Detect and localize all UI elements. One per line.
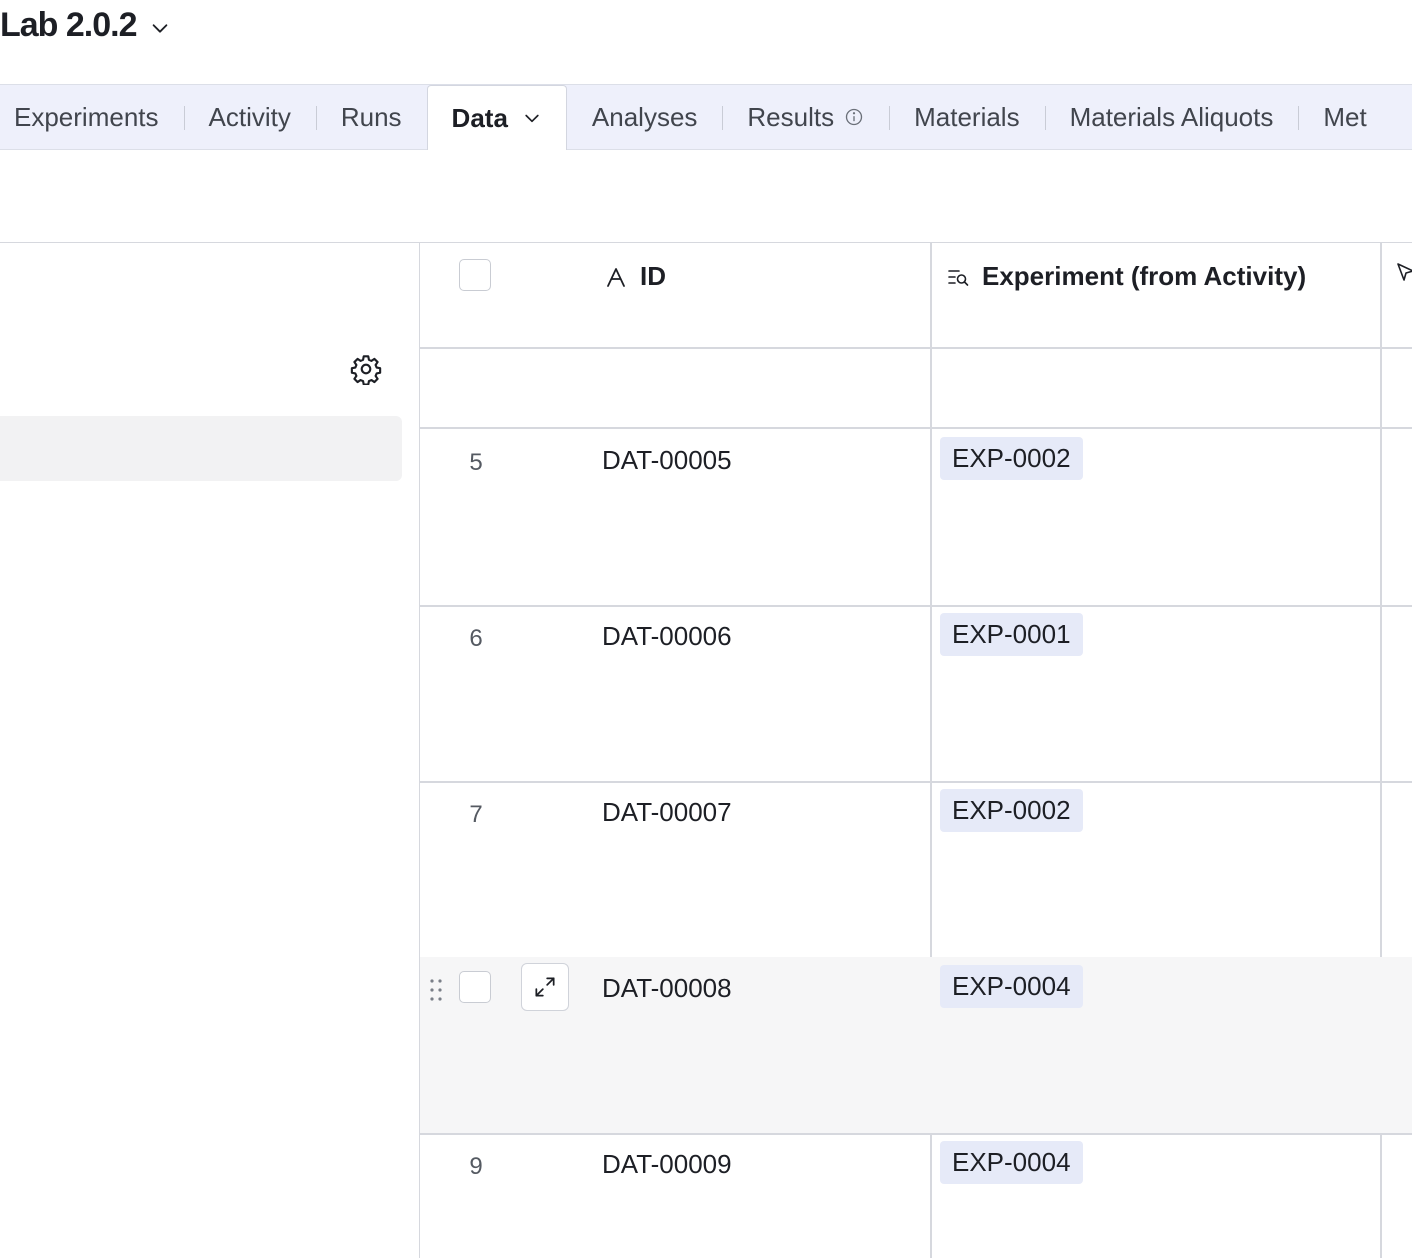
cell-id[interactable]: DAT-00005: [602, 445, 732, 476]
row-number: 9: [469, 1153, 483, 1180]
table-row[interactable]: 9 DAT-00009 EXP-0004: [420, 1133, 1412, 1258]
table-row-blank: [420, 349, 1412, 429]
info-icon: [845, 108, 863, 126]
table-tabs: Experiments Activity Runs Data Analyses …: [0, 84, 1412, 150]
column-header-experiment[interactable]: Experiment (from Activity): [946, 261, 1306, 292]
tab-met[interactable]: Met: [1298, 85, 1391, 149]
lookup-icon: [948, 269, 969, 286]
table-row[interactable]: 5 DAT-00005 EXP-0002: [420, 429, 1412, 607]
chevron-down-icon: [152, 23, 167, 33]
cell-id[interactable]: DAT-00009: [602, 1149, 732, 1180]
chevron-down-icon[interactable]: [522, 108, 542, 128]
row-checkbox[interactable]: [459, 971, 491, 1003]
row-number: 5: [469, 449, 483, 476]
tab-materials-aliquots[interactable]: Materials Aliquots: [1044, 85, 1299, 149]
base-title: Lab 2.0.2: [0, 6, 138, 44]
tab-runs[interactable]: Runs: [315, 85, 427, 149]
gear-icon[interactable]: [350, 353, 382, 385]
data-grid: ID Experiment (from Activity) 5 DAT-0000…: [420, 242, 1412, 1258]
left-sidebar: [0, 242, 420, 1258]
table-row[interactable]: 6 DAT-00006 EXP-0001: [420, 605, 1412, 783]
cell-id[interactable]: DAT-00007: [602, 797, 732, 828]
grid-header: ID Experiment (from Activity): [420, 243, 1412, 349]
tab-results[interactable]: Results: [722, 85, 889, 149]
expand-icon: [535, 977, 555, 997]
tab-activity[interactable]: Activity: [183, 85, 316, 149]
page: Lab 2.0.2 Experiments Activity Runs Data…: [0, 0, 1412, 1258]
row-number: 6: [469, 625, 483, 652]
tab-experiments[interactable]: Experiments: [0, 85, 184, 149]
column-header-id[interactable]: ID: [604, 261, 666, 292]
cell-id[interactable]: DAT-00008: [602, 973, 732, 1004]
select-all-checkbox[interactable]: [459, 259, 491, 291]
expand-record-button[interactable]: [521, 963, 569, 1011]
experiment-chip[interactable]: EXP-0001: [940, 613, 1083, 656]
experiment-chip[interactable]: EXP-0004: [940, 1141, 1083, 1184]
table-row-hovered[interactable]: DAT-00008 EXP-0004: [420, 957, 1412, 1135]
table-row[interactable]: 7 DAT-00007 EXP-0002: [420, 781, 1412, 959]
row-number: 7: [469, 801, 483, 828]
cell-id[interactable]: DAT-00006: [602, 621, 732, 652]
drag-handle-icon[interactable]: [428, 977, 444, 1003]
header: Lab 2.0.2: [0, 0, 1412, 84]
column-header-next[interactable]: [1394, 261, 1412, 285]
tab-materials[interactable]: Materials: [889, 85, 1044, 149]
primary-field-icon: [607, 267, 625, 287]
experiment-chip[interactable]: EXP-0004: [940, 965, 1083, 1008]
base-switcher[interactable]: Lab 2.0.2: [0, 6, 171, 45]
sidebar-selected-item[interactable]: [0, 416, 402, 481]
experiment-chip[interactable]: EXP-0002: [940, 789, 1083, 832]
tab-analyses[interactable]: Analyses: [567, 85, 723, 149]
tab-data[interactable]: Data: [426, 85, 567, 150]
cursor-icon: [1397, 263, 1412, 281]
experiment-chip[interactable]: EXP-0002: [940, 437, 1083, 480]
